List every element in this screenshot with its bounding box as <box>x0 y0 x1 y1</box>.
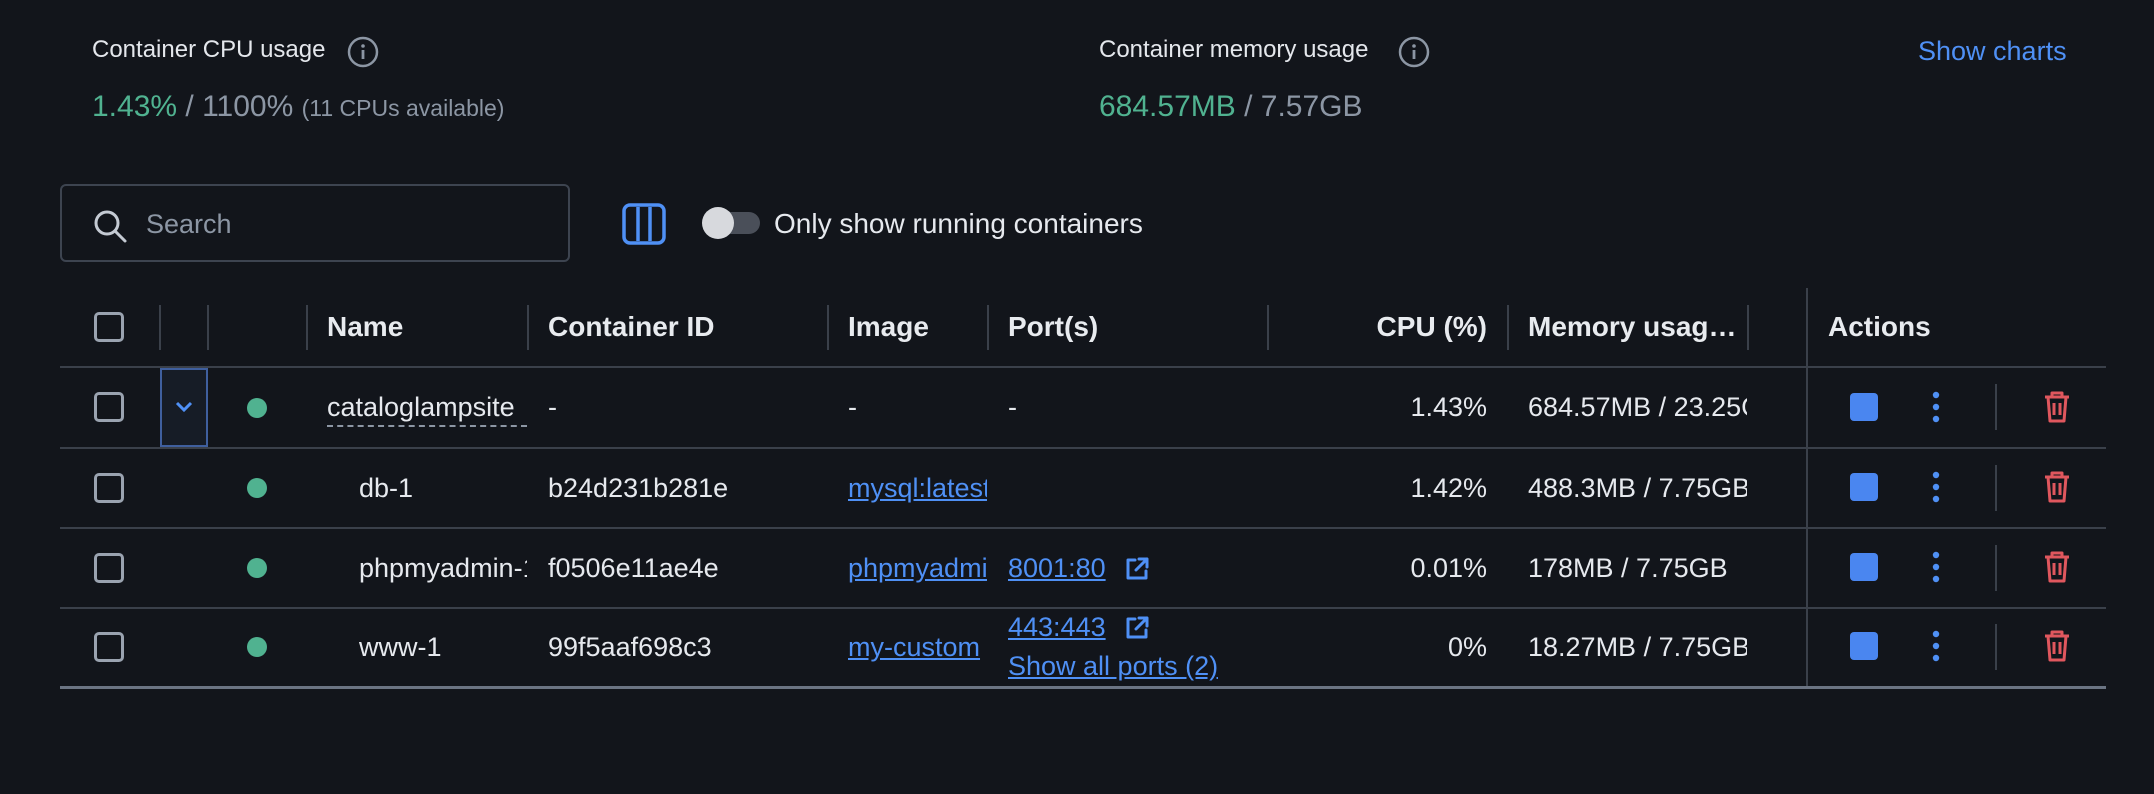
container-name[interactable]: www-1 <box>359 632 527 663</box>
running-toggle-knob[interactable] <box>702 207 734 239</box>
column-divider <box>207 305 209 350</box>
table-row[interactable]: phpmyadmin-1 f0506e11ae4e phpmyadmin 800… <box>60 529 2106 607</box>
column-divider <box>827 305 829 350</box>
cpu-value: 0.01% <box>1410 553 1487 583</box>
trash-icon[interactable] <box>2041 390 2073 424</box>
container-name[interactable]: phpmyadmin-1 <box>359 553 527 584</box>
more-options-icon[interactable] <box>1930 550 1942 584</box>
container-id: - <box>548 392 557 422</box>
search-box <box>60 184 570 262</box>
cpu-value: 0% <box>1447 632 1487 662</box>
container-name[interactable]: cataloglampsite <box>327 392 527 427</box>
table-row[interactable]: db-1 b24d231b281e mysql:latest 1.42% 488… <box>60 449 2106 527</box>
info-icon[interactable] <box>347 36 379 68</box>
column-header-memory[interactable]: Memory usag… <box>1528 311 1758 343</box>
table-row[interactable]: www-1 99f5aaf698c3 my-custom 443:443 Sho… <box>60 609 2106 686</box>
external-link-icon[interactable] <box>1123 555 1151 583</box>
cpu-value: 1.43% <box>1410 392 1487 422</box>
external-link-icon[interactable] <box>1123 614 1151 642</box>
search-input[interactable] <box>144 200 548 248</box>
column-divider <box>1267 305 1269 350</box>
container-id: f0506e11ae4e <box>548 553 719 583</box>
memory-value: 178MB / 7.75GB <box>1528 553 1728 583</box>
action-divider <box>1995 545 1997 591</box>
show-all-ports-link[interactable]: Show all ports (2) <box>1008 651 1218 682</box>
select-all-checkbox[interactable] <box>94 312 124 342</box>
columns-icon[interactable] <box>622 203 666 245</box>
row-checkbox[interactable] <box>94 553 124 583</box>
memory-total: / 7.57GB <box>1244 90 1363 123</box>
port-link[interactable]: 443:443 <box>1008 612 1106 643</box>
image-link[interactable]: phpmyadmin <box>848 553 987 584</box>
column-divider <box>987 305 989 350</box>
table-row[interactable]: cataloglampsite - - - 1.43% 684.57MB / 2… <box>60 368 2106 447</box>
container-name[interactable]: db-1 <box>359 473 527 504</box>
trash-icon[interactable] <box>2041 629 2073 663</box>
memory-used: 684.57MB <box>1099 90 1236 123</box>
status-dot <box>247 637 267 657</box>
ports: - <box>1008 392 1017 422</box>
container-id: b24d231b281e <box>548 473 729 503</box>
image-link[interactable]: my-custom <box>848 632 987 663</box>
status-dot <box>247 558 267 578</box>
expand-button[interactable] <box>160 368 208 447</box>
column-divider <box>1507 305 1509 350</box>
action-divider <box>1995 624 1997 670</box>
column-divider <box>159 305 161 350</box>
stop-button[interactable] <box>1850 473 1878 501</box>
action-divider <box>1995 384 1997 430</box>
status-dot <box>247 478 267 498</box>
port-link[interactable]: 8001:80 <box>1008 553 1106 584</box>
stop-button[interactable] <box>1850 632 1878 660</box>
action-divider <box>1995 465 1997 511</box>
stop-button[interactable] <box>1850 393 1878 421</box>
more-options-icon[interactable] <box>1930 470 1942 504</box>
more-options-icon[interactable] <box>1930 629 1942 663</box>
memory-value: 18.27MB / 7.75GB <box>1528 632 1747 662</box>
column-header-cpu[interactable]: CPU (%) <box>1300 311 1487 343</box>
column-divider <box>1747 305 1749 350</box>
column-header-ports[interactable]: Port(s) <box>1008 311 1098 343</box>
memory-value: 488.3MB / 7.75GB <box>1528 473 1747 503</box>
table-bottom-border <box>60 686 2106 689</box>
stop-button[interactable] <box>1850 553 1878 581</box>
memory-usage-title: Container memory usage <box>1099 36 1369 63</box>
column-header-container-id[interactable]: Container ID <box>548 311 714 343</box>
status-dot <box>247 398 267 418</box>
cpu-usage-value: 1.43% / 1100% (11 CPUs available) <box>92 90 504 124</box>
row-checkbox[interactable] <box>94 473 124 503</box>
image-name: - <box>848 392 857 422</box>
more-options-icon[interactable] <box>1930 390 1942 424</box>
column-header-image[interactable]: Image <box>848 311 929 343</box>
chevron-down-icon <box>175 401 193 413</box>
cpu-total: / 1100% <box>185 90 294 123</box>
memory-value: 684.57MB / 23.25GB <box>1528 392 1747 422</box>
info-icon[interactable] <box>1398 36 1430 68</box>
running-toggle-label: Only show running containers <box>774 208 1143 239</box>
memory-usage-value: 684.57MB / 7.57GB <box>1099 90 1363 124</box>
row-checkbox[interactable] <box>94 632 124 662</box>
search-icon <box>94 210 127 243</box>
image-link[interactable]: mysql:latest <box>848 473 987 504</box>
cpu-note: (11 CPUs available) <box>301 95 505 121</box>
column-divider <box>306 305 308 350</box>
container-id: 99f5aaf698c3 <box>548 632 712 662</box>
cpu-usage-title: Container CPU usage <box>92 36 326 63</box>
column-header-actions: Actions <box>1828 311 1931 342</box>
show-charts-link[interactable]: Show charts <box>1918 36 2067 67</box>
cpu-used: 1.43% <box>92 90 178 123</box>
column-divider <box>527 305 529 350</box>
cpu-value: 1.42% <box>1410 473 1487 503</box>
trash-icon[interactable] <box>2041 550 2073 584</box>
column-header-name[interactable]: Name <box>327 311 403 343</box>
row-checkbox[interactable] <box>94 392 124 422</box>
trash-icon[interactable] <box>2041 470 2073 504</box>
